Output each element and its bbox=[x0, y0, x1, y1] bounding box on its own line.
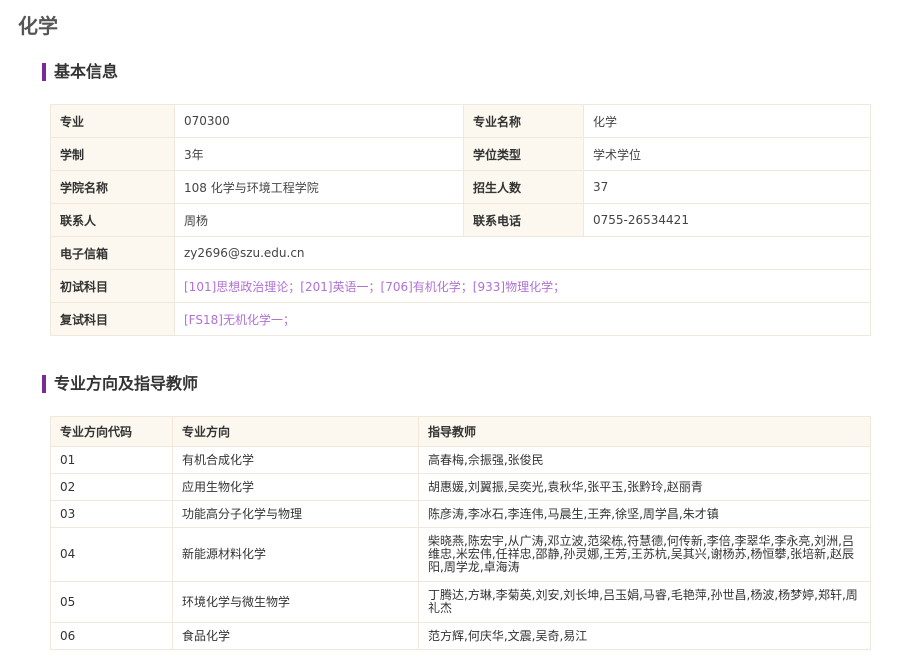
info-value: 化学 bbox=[583, 104, 871, 138]
info-label: 专业名称 bbox=[463, 104, 584, 138]
direction-teachers: 陈彦涛,李冰石,李连伟,马晨生,王奔,徐坚,周学昌,朱才镇 bbox=[418, 500, 871, 528]
info-row: 联系人 周杨 联系电话 0755-26534421 bbox=[50, 203, 871, 237]
direction-code: 03 bbox=[50, 500, 173, 528]
info-value: 37 bbox=[583, 170, 871, 204]
table-row: 04 新能源材料化学 柴晓燕,陈宏宇,从广涛,邓立波,范梁栋,符慧德,何传新,李… bbox=[50, 527, 871, 582]
direction-teachers: 范方辉,何庆华,文震,吴奇,易江 bbox=[418, 622, 871, 650]
info-row: 专业 070300 专业名称 化学 bbox=[50, 104, 871, 138]
info-row: 电子信箱 zy2696@szu.edu.cn bbox=[50, 236, 871, 270]
info-label: 学制 bbox=[50, 137, 175, 171]
direction-teachers: 柴晓燕,陈宏宇,从广涛,邓立波,范梁栋,符慧德,何传新,李倍,李翠华,李永亮,刘… bbox=[418, 527, 871, 582]
direction-code: 01 bbox=[50, 446, 173, 474]
info-value: 3年 bbox=[174, 137, 464, 171]
direction-code: 06 bbox=[50, 622, 173, 650]
direction-teachers: 丁腾达,方琳,李菊英,刘安,刘长坤,吕玉娟,马睿,毛艳萍,孙世昌,杨波,杨梦婷,… bbox=[418, 581, 871, 623]
direction-name: 有机合成化学 bbox=[172, 446, 419, 474]
section-title-basic-info: 基本信息 bbox=[42, 63, 118, 81]
info-row: 学制 3年 学位类型 学术学位 bbox=[50, 137, 871, 171]
info-value: 0755-26534421 bbox=[583, 203, 871, 237]
direction-code: 02 bbox=[50, 473, 173, 501]
table-row: 02 应用生物化学 胡惠媛,刘翼振,吴奕光,袁秋华,张平玉,张黔玲,赵丽青 bbox=[50, 473, 871, 501]
info-label: 学位类型 bbox=[463, 137, 584, 171]
info-value: 周杨 bbox=[174, 203, 464, 237]
info-value: 学术学位 bbox=[583, 137, 871, 171]
retest-subjects: [FS18]无机化学一； bbox=[174, 302, 871, 336]
direction-name: 应用生物化学 bbox=[172, 473, 419, 501]
info-label: 电子信箱 bbox=[50, 236, 175, 270]
info-row: 学院名称 108 化学与环境工程学院 招生人数 37 bbox=[50, 170, 871, 204]
info-label: 招生人数 bbox=[463, 170, 584, 204]
direction-code: 04 bbox=[50, 527, 173, 582]
direction-teachers: 胡惠媛,刘翼振,吴奕光,袁秋华,张平玉,张黔玲,赵丽青 bbox=[418, 473, 871, 501]
column-header: 专业方向代码 bbox=[50, 416, 173, 447]
directions-table: 专业方向代码 专业方向 指导教师 01 有机合成化学 高春梅,佘振强,张俊民 0… bbox=[50, 416, 871, 650]
table-row: 05 环境化学与微生物学 丁腾达,方琳,李菊英,刘安,刘长坤,吕玉娟,马睿,毛艳… bbox=[50, 581, 871, 623]
table-header-row: 专业方向代码 专业方向 指导教师 bbox=[50, 416, 871, 447]
info-label: 复试科目 bbox=[50, 302, 175, 336]
section-title-directions: 专业方向及指导教师 bbox=[42, 375, 198, 393]
direction-name: 功能高分子化学与物理 bbox=[172, 500, 419, 528]
page-title: 化学 bbox=[18, 14, 58, 38]
info-value: 108 化学与环境工程学院 bbox=[174, 170, 464, 204]
info-label: 初试科目 bbox=[50, 269, 175, 303]
direction-name: 食品化学 bbox=[172, 622, 419, 650]
table-row: 03 功能高分子化学与物理 陈彦涛,李冰石,李连伟,马晨生,王奔,徐坚,周学昌,… bbox=[50, 500, 871, 528]
basic-info-table: 专业 070300 专业名称 化学 学制 3年 学位类型 学术学位 学院名称 1… bbox=[50, 104, 871, 336]
info-label: 专业 bbox=[50, 104, 175, 138]
direction-name: 新能源材料化学 bbox=[172, 527, 419, 582]
preliminary-subjects: [101]思想政治理论；[201]英语一；[706]有机化学；[933]物理化学… bbox=[174, 269, 871, 303]
table-row: 06 食品化学 范方辉,何庆华,文震,吴奇,易江 bbox=[50, 622, 871, 650]
table-row: 01 有机合成化学 高春梅,佘振强,张俊民 bbox=[50, 446, 871, 474]
info-label: 学院名称 bbox=[50, 170, 175, 204]
info-label: 联系电话 bbox=[463, 203, 584, 237]
info-label: 联系人 bbox=[50, 203, 175, 237]
column-header: 指导教师 bbox=[418, 416, 871, 447]
column-header: 专业方向 bbox=[172, 416, 419, 447]
info-row: 初试科目 [101]思想政治理论；[201]英语一；[706]有机化学；[933… bbox=[50, 269, 871, 303]
direction-code: 05 bbox=[50, 581, 173, 623]
direction-name: 环境化学与微生物学 bbox=[172, 581, 419, 623]
email-value: zy2696@szu.edu.cn bbox=[174, 236, 871, 270]
info-row: 复试科目 [FS18]无机化学一； bbox=[50, 302, 871, 336]
direction-teachers: 高春梅,佘振强,张俊民 bbox=[418, 446, 871, 474]
info-value: 070300 bbox=[174, 104, 464, 138]
